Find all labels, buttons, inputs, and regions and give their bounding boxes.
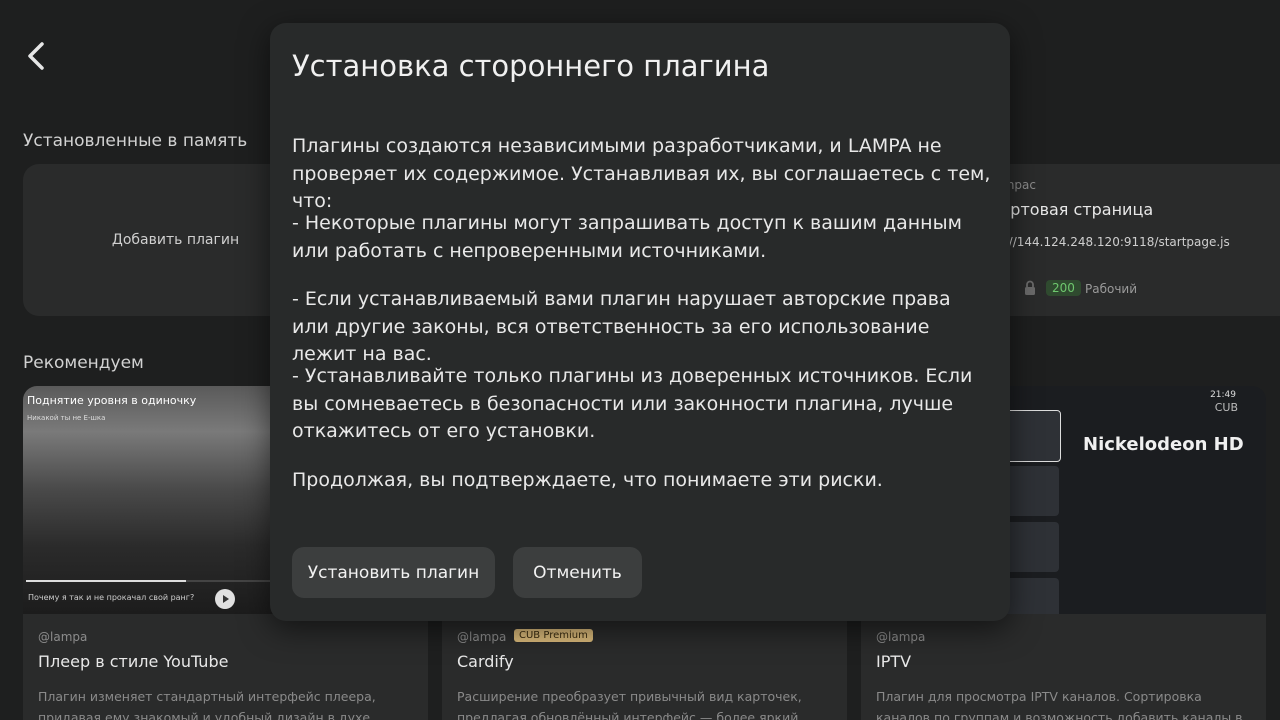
- thumb-subtitle: Никакой ты не E-шка: [27, 414, 106, 422]
- plugin-warning-dialog: Установка стороннего плагина Плагины соз…: [270, 23, 1010, 621]
- installed-section-title: Установленные в память: [23, 131, 248, 151]
- add-plugin-label: Добавить плагин: [111, 232, 240, 248]
- cancel-button[interactable]: Отменить: [513, 547, 642, 598]
- thumb-time: 21:49: [1210, 390, 1236, 400]
- thumb-cub: CUB: [1214, 401, 1238, 414]
- rec-description: Плагин изменяет стандартный интерфейс пл…: [38, 689, 376, 720]
- install-plugin-button[interactable]: Установить плагин: [292, 547, 495, 598]
- dialog-paragraph: - Некоторые плагины могут запрашивать до…: [292, 212, 962, 262]
- thumb-title: Поднятие уровня в одиночку: [27, 394, 197, 407]
- dialog-paragraph: - Устанавливайте только плагины из довер…: [292, 365, 973, 442]
- thumb-channel: Nickelodeon HD: [1083, 434, 1244, 455]
- player-caption: Почему я так и не прокачал свой ранг?: [28, 593, 195, 602]
- dialog-paragraph: - Если устанавливаемый вами плагин наруш…: [292, 288, 951, 365]
- dialog-title: Установка стороннего плагина: [292, 49, 770, 83]
- rec-name: Плеер в стиле YouTube: [38, 652, 229, 671]
- play-icon: [215, 589, 235, 609]
- lock-icon: [1025, 280, 1035, 295]
- channel-logo: [1001, 410, 1061, 462]
- rec-author: @lampa: [876, 630, 926, 644]
- recommend-section-title: Рекомендуем: [23, 353, 144, 373]
- back-button[interactable]: [22, 38, 52, 74]
- rec-author: @lampa: [457, 630, 507, 644]
- status-text: Рабочий: [1085, 282, 1138, 296]
- rec-name: Cardify: [457, 652, 514, 671]
- chevron-left-icon: [28, 42, 44, 70]
- dialog-paragraph: Продолжая, вы подтверждаете, что понимае…: [292, 469, 883, 491]
- rec-description: Расширение преобразует привычный вид кар…: [457, 689, 803, 720]
- rec-author: @lampa: [38, 630, 88, 644]
- premium-badge: CUB Premium: [514, 629, 593, 642]
- rec-description: Плагин для просмотра IPTV каналов. Сорти…: [876, 689, 1243, 720]
- status-badge: 200: [1046, 280, 1081, 296]
- plugin-url: http://144.124.248.120:9118/startpage.js: [980, 235, 1230, 249]
- rec-name: IPTV: [876, 652, 912, 671]
- dialog-paragraph: Плагины создаются независимыми разработч…: [292, 135, 991, 212]
